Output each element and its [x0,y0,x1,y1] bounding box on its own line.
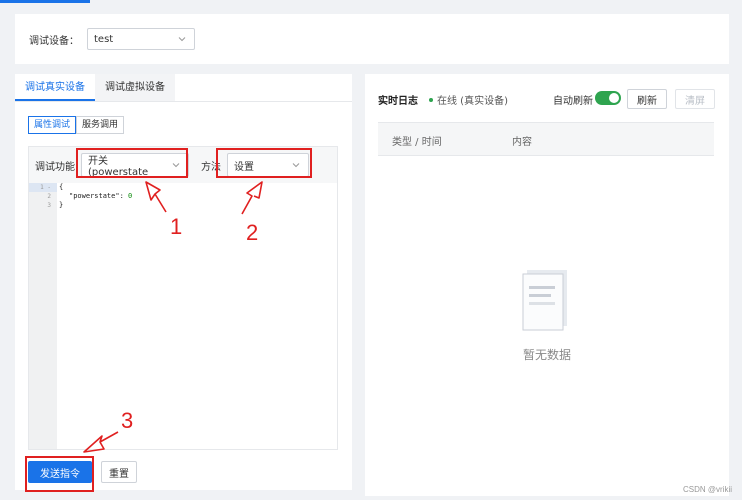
annotation-number-3: 3 [121,408,134,433]
annotation-number-2: 2 [246,220,259,245]
watermark: CSDN @vrikii [682,485,732,494]
annotation-arrows [83,181,263,453]
annotation-arrow-icon [241,181,263,215]
annotation-number-1: 1 [170,214,183,239]
annotation-arrow-icon [83,431,119,453]
annotation-arrow-icon [145,181,167,213]
